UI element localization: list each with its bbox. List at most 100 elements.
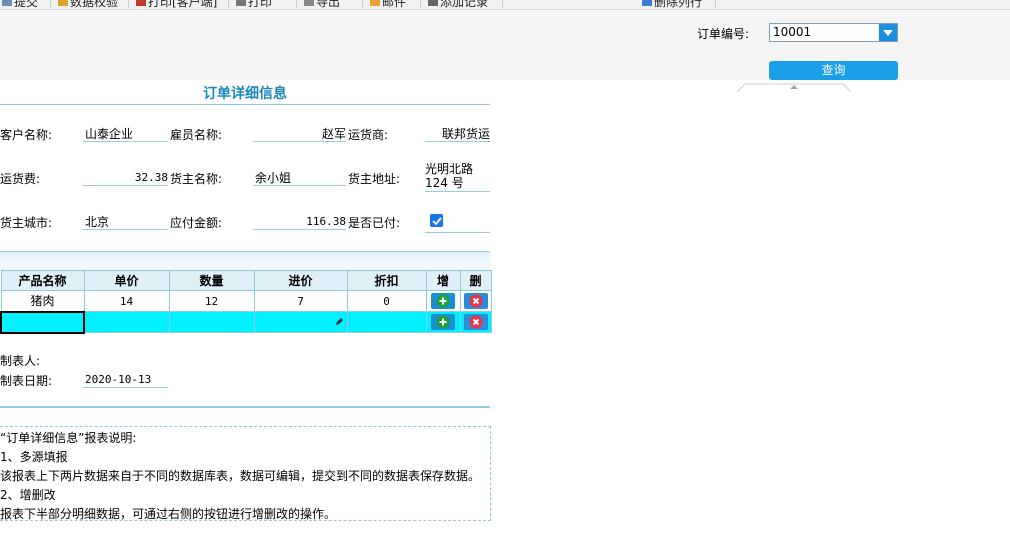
printer-icon [236,0,246,6]
toolbar-separator [715,0,716,8]
add-row-button[interactable] [431,314,455,330]
toolbar-separator [502,0,503,8]
detail-table: 产品名称 单价 数量 进价 折扣 增 删 猪肉 14 12 7 0 [0,270,492,334]
header-add: 增 [425,270,461,291]
toolbar-verify-button[interactable]: 数据校验 [58,0,119,9]
plus-icon [436,315,450,329]
notes-line: 2、增删改 [0,488,56,502]
paid-checkbox[interactable] [430,214,443,227]
header-cost: 进价 [253,270,348,291]
pencil-icon [335,317,343,325]
toolbar-pdf-print-button[interactable]: 打印[客户端] [136,0,218,9]
add-row-button[interactable] [431,293,455,309]
header-discount: 折扣 [346,270,427,291]
collapse-pane-icon[interactable] [736,81,852,93]
checkmark-icon [431,216,442,225]
paid-field-underline [425,232,490,233]
toolbar-separator [296,0,297,8]
cell-product-new[interactable] [0,310,85,334]
toolbar-delete-row-label: 删除列行 [654,0,703,9]
toolbar-add-record-button[interactable]: 添加记录 [428,0,489,9]
maker-label: 制表人: [0,354,41,368]
shipper-label: 运货商: [348,128,389,142]
query-button[interactable]: 查询 [769,61,898,80]
title-divider [0,104,490,105]
cell-qty-new[interactable] [168,311,255,333]
order-number-select[interactable]: 10001 [769,23,898,42]
toolbar-verify-label: 数据校验 [70,0,119,9]
toolbar-print-label: 打印 [248,0,273,9]
cell-discount-new[interactable] [346,311,427,333]
employee-field[interactable]: 赵军 [253,126,346,142]
date-field[interactable]: 2020-10-13 [83,372,168,388]
notes-line: 报表下半部分明细数据，可通过右侧的按钮进行增删改的操作。 [0,507,337,521]
date-label: 制表日期: [0,374,53,388]
header-price: 单价 [83,270,170,291]
address-line-2: 124 号 [425,176,464,190]
cell-cost[interactable]: 7 [253,290,348,312]
address-field[interactable]: 光明北路 124 号 [425,162,490,192]
cell-discount[interactable]: 0 [346,290,427,312]
parameter-pane: 订单编号: 10001 查询 [0,10,1010,93]
toolbar-export-label: 导出 [316,0,341,9]
toolbar-separator [362,0,363,8]
shipper-field[interactable]: 联邦货运 [425,126,490,142]
table-header-row: 产品名称 单价 数量 进价 折扣 增 删 [0,270,492,291]
toolbar: 提交 数据校验 打印[客户端] 打印 导出 邮件 添加记录 删除列行 [0,0,1010,10]
delete-row-button[interactable] [463,293,488,309]
amount-field[interactable]: 116.38 [253,214,346,230]
toolbar-separator [50,0,51,8]
mail-icon [370,0,380,6]
city-label: 货主城市: [0,216,53,230]
toolbar-separator [228,0,229,8]
close-icon [469,315,482,329]
toolbar-print-button[interactable]: 打印 [236,0,273,9]
customer-label: 客户名称: [0,128,53,142]
customer-field[interactable]: 山泰企业 [83,126,168,142]
export-icon [304,0,314,6]
delete-row-icon [642,0,652,6]
delete-row-button[interactable] [463,314,488,330]
report-notes: “订单详细信息”报表说明: 1、多源填报 该报表上下两片数据来自于不同的数据库表… [0,426,491,521]
toolbar-mail-label: 邮件 [382,0,407,9]
header-delete: 删 [459,270,492,291]
freight-label: 运货费: [0,172,41,186]
toolbar-delete-row-button[interactable]: 删除列行 [642,0,703,9]
owner-label: 货主名称: [170,172,223,186]
order-number-label: 订单编号: [697,27,750,41]
owner-field[interactable]: 余小姐 [253,170,346,186]
cell-price[interactable]: 14 [83,290,170,312]
toolbar-add-record-label: 添加记录 [440,0,489,9]
report-title: 订单详细信息 [203,86,287,102]
cell-price-new[interactable] [83,311,170,333]
toolbar-separator [420,0,421,8]
notes-line: “订单详细信息”报表说明: [0,431,137,445]
section-band [0,251,490,271]
add-record-icon [428,0,438,6]
header-qty: 数量 [168,270,255,291]
delete-row-cell [459,290,492,312]
toolbar-submit-button[interactable]: 提交 [2,0,39,9]
toolbar-mail-button[interactable]: 邮件 [370,0,407,9]
table-row-new [0,310,492,334]
toolbar-pdf-print-label: 打印[客户端] [148,0,218,9]
employee-label: 雇员名称: [170,128,223,142]
chevron-down-icon[interactable] [879,24,897,41]
cell-product[interactable]: 猪肉 [0,290,85,312]
toolbar-separator [128,0,129,8]
amount-label: 应付金额: [170,216,223,230]
cell-cost-new[interactable] [253,311,348,333]
close-icon [469,294,482,308]
delete-row-cell [459,311,492,333]
address-label: 货主地址: [348,172,401,186]
city-field[interactable]: 北京 [83,214,168,230]
submit-icon [2,0,12,6]
cell-qty[interactable]: 12 [168,290,255,312]
freight-field[interactable]: 32.38 [83,170,168,186]
toolbar-submit-label: 提交 [14,0,39,9]
paid-label: 是否已付: [348,216,401,230]
notes-line: 该报表上下两片数据来自于不同的数据库表，数据可编辑，提交到不同的数据表保存数据。 [0,469,481,483]
order-number-value: 10001 [773,25,812,39]
toolbar-export-button[interactable]: 导出 [304,0,341,9]
pdf-print-icon [136,0,146,6]
